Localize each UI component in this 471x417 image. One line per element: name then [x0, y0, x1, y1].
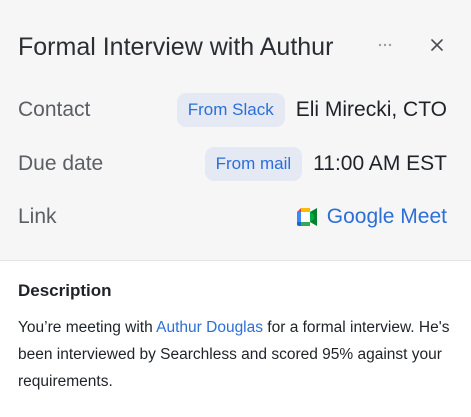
- contact-value: Eli Mirecki, CTO: [295, 98, 447, 121]
- task-detail-card: Formal Interview with Authur Contact Fro…: [0, 0, 471, 417]
- contact-label: Contact: [18, 98, 91, 121]
- close-button[interactable]: [424, 32, 450, 58]
- contact-value-group: From Slack Eli Mirecki, CTO: [176, 93, 447, 127]
- due-date-row: Due date From mail 11:00 AM EST: [18, 146, 447, 182]
- google-meet-link-text: Google Meet: [326, 205, 447, 228]
- due-date-label: Due date: [18, 152, 104, 175]
- close-icon: [431, 39, 443, 51]
- task-title: Formal Interview with Authur: [18, 33, 334, 61]
- link-value-group: Google Meet: [296, 205, 447, 229]
- contact-row: Contact From Slack Eli Mirecki, CTO: [18, 92, 447, 128]
- link-label: Link: [18, 205, 57, 228]
- google-meet-icon: [296, 208, 317, 226]
- task-summary-section: Formal Interview with Authur Contact Fro…: [0, 0, 471, 261]
- due-date-source-chip[interactable]: From mail: [204, 147, 303, 181]
- due-date-value: 11:00 AM EST: [313, 152, 447, 175]
- due-date-value-group: From mail 11:00 AM EST: [204, 147, 447, 181]
- ellipsis-icon: [378, 43, 392, 47]
- person-link[interactable]: Authur Douglas: [156, 319, 263, 336]
- description-heading: Description: [18, 281, 112, 300]
- description-text: You’re meeting with Authur Douglas for a…: [18, 314, 458, 395]
- more-options-button[interactable]: [372, 32, 398, 58]
- contact-source-chip[interactable]: From Slack: [176, 93, 285, 127]
- description-text-before: You’re meeting with: [18, 319, 157, 336]
- google-meet-link[interactable]: Google Meet: [296, 205, 447, 229]
- link-row: Link Google Meet: [18, 199, 447, 235]
